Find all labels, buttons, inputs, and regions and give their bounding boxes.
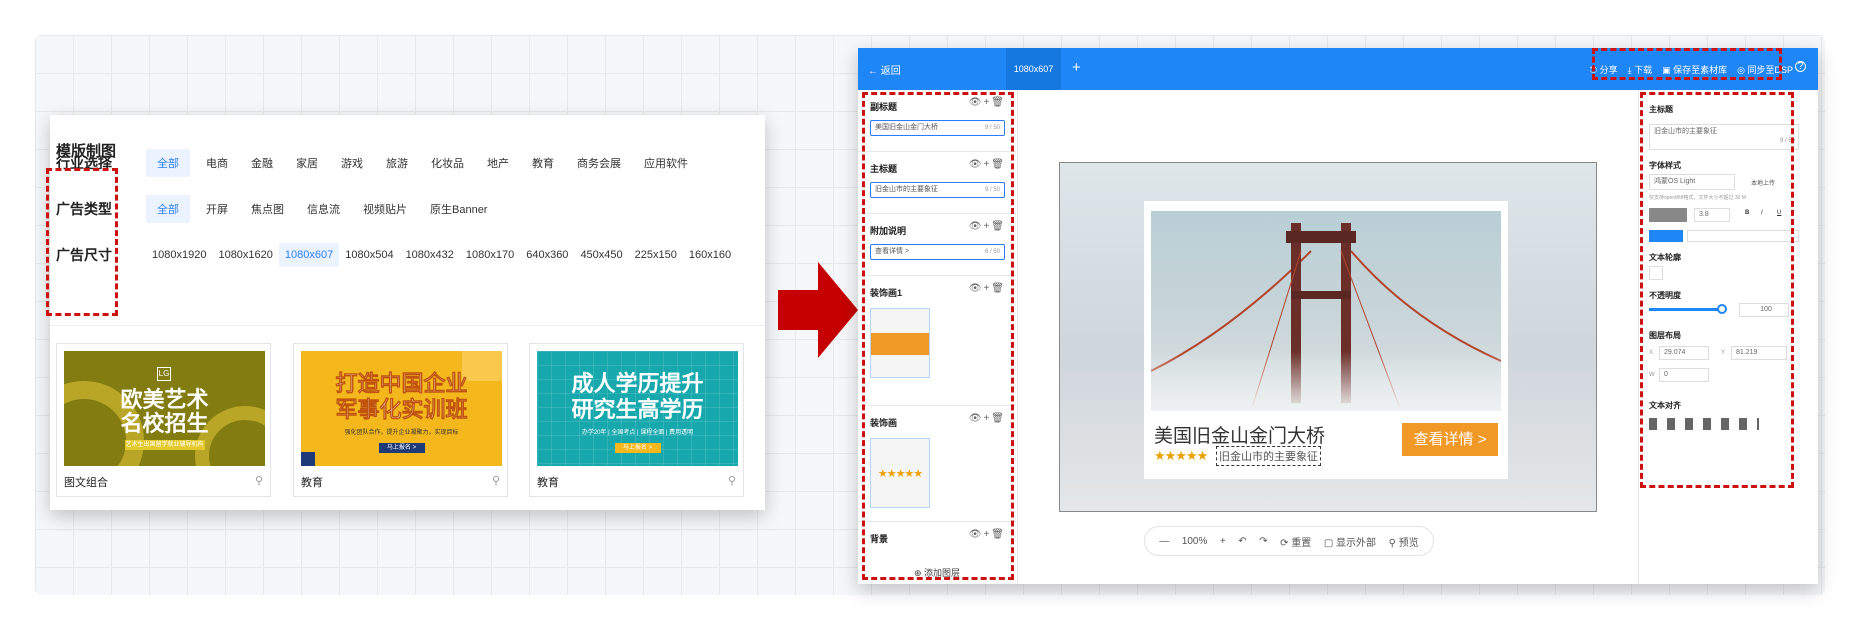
ad-type-option[interactable]: 视频贴片 bbox=[356, 195, 414, 223]
logo-icon: LG bbox=[157, 367, 171, 381]
ad-size-option-selected[interactable]: 1080x607 bbox=[278, 243, 340, 267]
template-panel: 模版制图 行业选择 全部 电商 金融 家居 游戏 旅游 化妆品 地产 教育 商务… bbox=[50, 115, 765, 510]
template-heading: 打造中国企业 bbox=[335, 371, 468, 397]
help-icon[interactable]: ? bbox=[1795, 61, 1806, 72]
ad-subtitle-text[interactable]: 美国旧金山金门大桥 bbox=[1154, 421, 1325, 448]
ad-size-option[interactable]: 1080x432 bbox=[400, 243, 460, 267]
artboard[interactable]: 美国旧金山金门大桥 ★★★★★ 旧金山市的主要象征 查看详情 > bbox=[1059, 162, 1597, 512]
preview-button[interactable]: ⚲ 预览 bbox=[1389, 534, 1419, 549]
highlight-filter-labels bbox=[46, 168, 118, 316]
ad-size-option[interactable]: 160x160 bbox=[683, 243, 737, 267]
industry-filter: 行业选择 全部 电商 金融 家居 游戏 旅游 化妆品 地产 教育 商务会展 应用… bbox=[56, 148, 704, 178]
ad-cta-button[interactable]: 查看详情 > bbox=[1402, 423, 1498, 456]
template-name: 图文组合 bbox=[64, 477, 108, 489]
tab-size[interactable]: 1080x607 bbox=[1006, 48, 1061, 90]
industry-option[interactable]: 应用软件 bbox=[637, 149, 695, 177]
ad-type-option[interactable]: 全部 bbox=[146, 195, 190, 223]
template-button: 马上报名 > bbox=[378, 443, 425, 453]
ad-size-option[interactable]: 225x150 bbox=[629, 243, 683, 267]
zoom-toolbar: — 100% + ↶ ↷ ⟳ 重置 ▢ 显示外部 ⚲ 预览 bbox=[1144, 526, 1434, 556]
industry-option[interactable]: 地产 bbox=[480, 149, 516, 177]
template-card[interactable]: 打造中国企业 军事化实训班 强化团队合作，提升企业凝聚力，实现目标 马上报名 >… bbox=[293, 343, 508, 497]
search-icon[interactable]: ⚲ bbox=[728, 474, 736, 487]
redo-button[interactable]: ↷ bbox=[1259, 536, 1267, 547]
zoom-out-button[interactable]: — bbox=[1159, 536, 1169, 547]
template-heading: 名校招生 bbox=[120, 411, 209, 436]
right-arrow-icon bbox=[778, 262, 858, 358]
industry-option[interactable]: 教育 bbox=[525, 149, 561, 177]
ad-type-filter: 广告类型 全部 开屏 焦点图 信息流 视频贴片 原生Banner bbox=[56, 194, 503, 224]
template-heading: 研究生高学历 bbox=[571, 397, 704, 422]
search-icon[interactable]: ⚲ bbox=[255, 474, 263, 487]
ad-type-option[interactable]: 信息流 bbox=[300, 195, 347, 223]
bridge-photo[interactable] bbox=[1151, 211, 1501, 411]
industry-option[interactable]: 电商 bbox=[199, 149, 235, 177]
ad-card: 美国旧金山金门大桥 ★★★★★ 旧金山市的主要象征 查看详情 > bbox=[1144, 201, 1508, 479]
show-outside-button[interactable]: ▢ 显示外部 bbox=[1324, 534, 1376, 549]
stars-icon[interactable]: ★★★★★ bbox=[1154, 448, 1208, 464]
template-card[interactable]: 成人学历提升 研究生高学历 办学20年 | 全国考点 | 课程全面 | 费用透明… bbox=[529, 343, 744, 497]
search-icon[interactable]: ⚲ bbox=[492, 474, 500, 487]
template-tagline: 艺术生出国留学就业辅导机构 bbox=[124, 440, 205, 450]
highlight-toolbar-actions bbox=[1592, 48, 1782, 80]
reset-button[interactable]: ⟳ 重置 bbox=[1280, 534, 1311, 549]
template-card[interactable]: LG 欧美艺术 名校招生 艺术生出国留学就业辅导机构 图文组合 ⚲ bbox=[56, 343, 271, 497]
ad-size-option[interactable]: 1080x1920 bbox=[146, 243, 212, 267]
template-heading: 成人学历提升 bbox=[571, 371, 704, 396]
template-tagline: 办学20年 | 全国考点 | 课程全面 | 费用透明 bbox=[581, 430, 694, 436]
industry-option[interactable]: 旅游 bbox=[379, 149, 415, 177]
ad-type-option[interactable]: 原生Banner bbox=[423, 195, 494, 223]
add-tab-button[interactable]: + bbox=[1072, 59, 1081, 76]
template-name: 教育 bbox=[301, 477, 323, 489]
template-button: 马上报名 > bbox=[614, 443, 661, 453]
template-thumbnail: LG 欧美艺术 名校招生 艺术生出国留学就业辅导机构 bbox=[64, 351, 265, 466]
industry-option[interactable]: 家居 bbox=[289, 149, 325, 177]
zoom-level: 100% bbox=[1181, 535, 1208, 547]
ad-size-option[interactable]: 640x360 bbox=[520, 243, 574, 267]
highlight-layers-panel bbox=[862, 92, 1014, 580]
ad-size-option[interactable]: 1080x504 bbox=[339, 243, 399, 267]
ad-main-title-text[interactable]: 旧金山市的主要象征 bbox=[1216, 446, 1321, 466]
highlight-properties-panel bbox=[1640, 92, 1794, 488]
industry-option[interactable]: 全部 bbox=[146, 149, 190, 177]
industry-option[interactable]: 化妆品 bbox=[424, 149, 471, 177]
back-button[interactable]: ← 返回 bbox=[868, 62, 901, 77]
template-thumbnail: 打造中国企业 军事化实训班 强化团队合作，提升企业凝聚力，实现目标 马上报名 > bbox=[301, 351, 502, 466]
template-heading: 军事化实训班 bbox=[335, 397, 468, 423]
zoom-in-button[interactable]: + bbox=[1220, 536, 1226, 547]
ad-type-option[interactable]: 焦点图 bbox=[244, 195, 291, 223]
template-thumbnail: 成人学历提升 研究生高学历 办学20年 | 全国考点 | 课程全面 | 费用透明… bbox=[537, 351, 738, 466]
undo-button[interactable]: ↶ bbox=[1238, 536, 1246, 547]
ad-size-option[interactable]: 1080x170 bbox=[460, 243, 520, 267]
industry-option[interactable]: 金融 bbox=[244, 149, 280, 177]
canvas-area: 美国旧金山金门大桥 ★★★★★ 旧金山市的主要象征 查看详情 > — 100% … bbox=[1018, 90, 1638, 584]
ad-size-option[interactable]: 1080x1620 bbox=[212, 243, 278, 267]
industry-option[interactable]: 游戏 bbox=[334, 149, 370, 177]
template-heading: 欧美艺术 bbox=[120, 387, 209, 412]
ad-size-option[interactable]: 450x450 bbox=[574, 243, 628, 267]
divider bbox=[50, 325, 765, 326]
ad-size-filter: 广告尺寸 1080x1920 1080x1620 1080x607 1080x5… bbox=[56, 240, 737, 270]
ad-type-option[interactable]: 开屏 bbox=[199, 195, 235, 223]
template-name: 教育 bbox=[537, 477, 559, 489]
industry-option[interactable]: 商务会展 bbox=[570, 149, 628, 177]
template-tagline: 强化团队合作，提升企业凝聚力，实现目标 bbox=[344, 430, 459, 436]
